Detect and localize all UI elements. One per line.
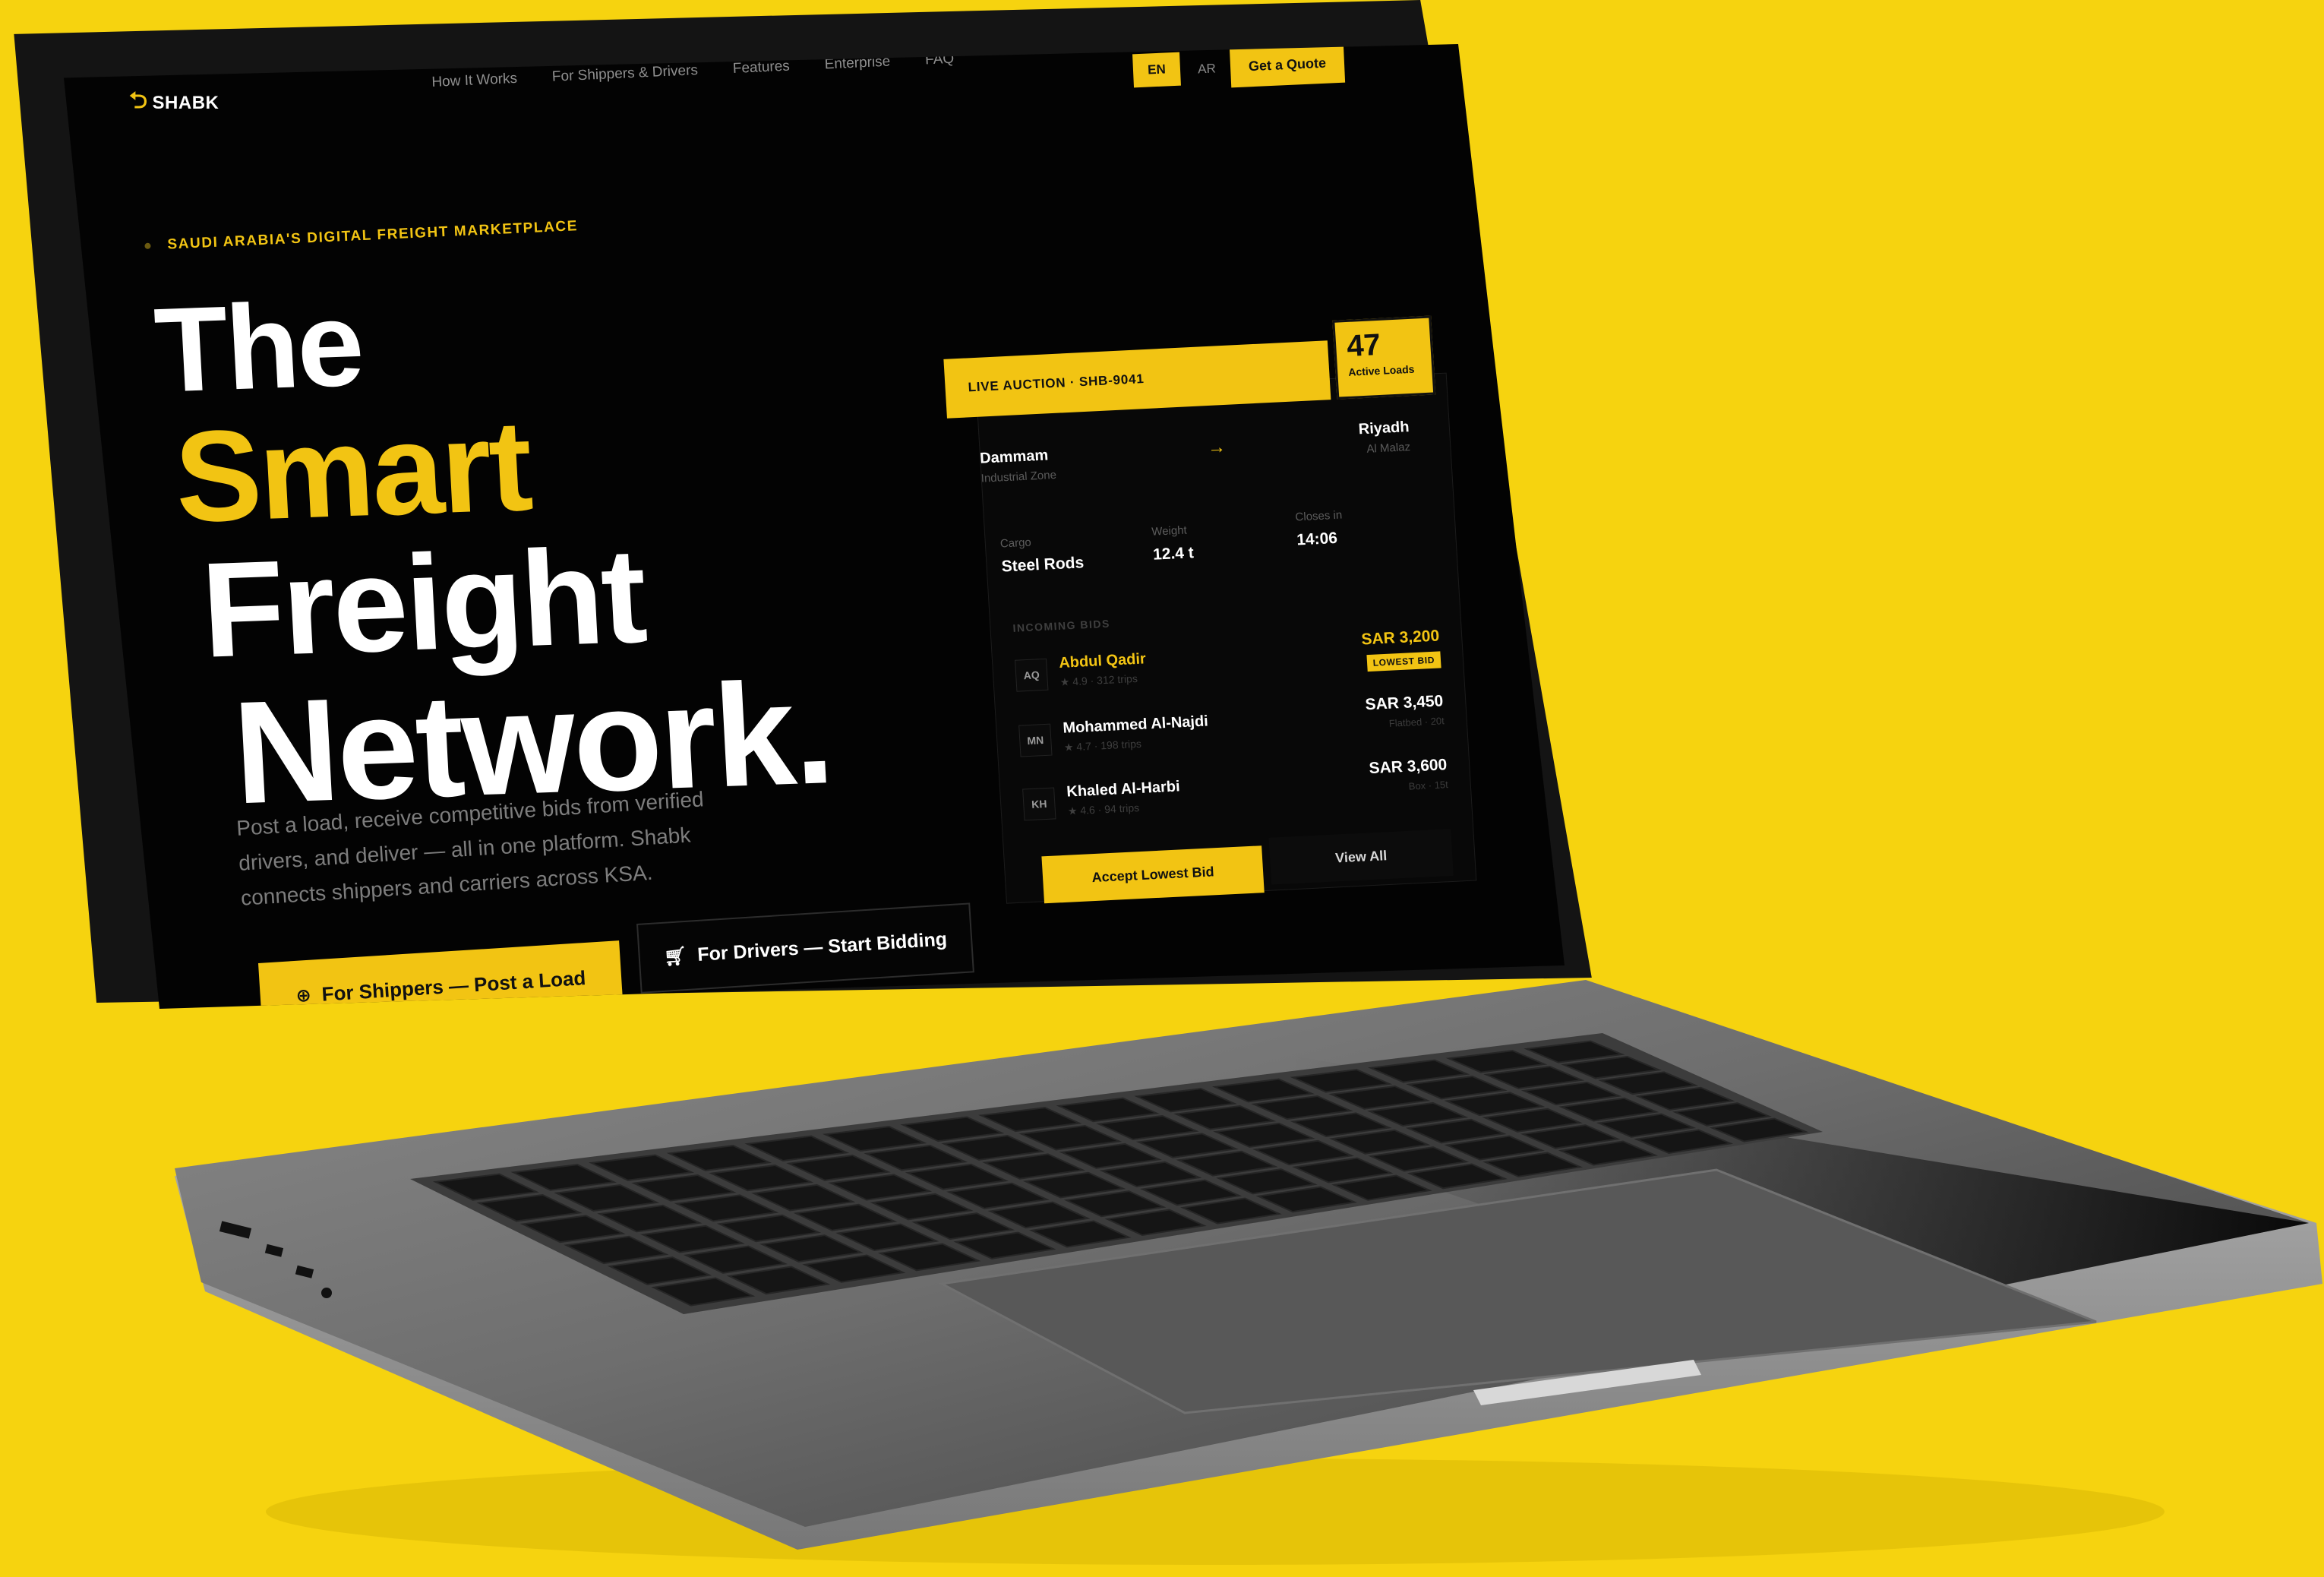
language-en-button[interactable]: EN: [1132, 52, 1181, 88]
globe-icon: ⊕: [295, 984, 312, 1007]
avatar: KH: [1022, 787, 1056, 821]
drivers-start-bidding-button[interactable]: 🛒︎ For Drivers — Start Bidding: [636, 902, 974, 994]
route-origin: Dammam Industrial Zone: [980, 447, 1057, 485]
hero-headline: The Smart Freight Network.: [151, 268, 836, 835]
drivers-button-label: For Drivers — Start Bidding: [696, 928, 948, 965]
cargo-flow-icon: ⮌: [129, 88, 148, 113]
lowest-bid-badge: LOWEST BID: [1366, 651, 1441, 672]
arrow-right-icon: →: [1207, 436, 1227, 459]
laptop-mockup-scene: ⮌ SHABK How It Works For Shippers & Driv…: [0, 0, 2324, 1577]
headline-line-2: Smart: [171, 393, 534, 550]
bidder-name: Mohammed Al-Najdi: [1062, 713, 1209, 737]
brand-name: SHABK: [152, 92, 219, 113]
headline-line-1: The: [151, 277, 365, 418]
bidder-rating: ★ 4.9 · 312 trips: [1059, 672, 1138, 688]
nav-how-it-works[interactable]: How It Works: [431, 71, 517, 91]
cargo-metric: Cargo Steel Rods: [999, 533, 1084, 576]
eyebrow-text: SAUDI ARABIA'S DIGITAL FREIGHT MARKETPLA…: [166, 218, 579, 253]
bidder-name: Khaled Al-Harbi: [1066, 778, 1181, 801]
accept-lowest-bid-button[interactable]: Accept Lowest Bid: [1041, 845, 1265, 904]
closes-metric: Closes in 14:06: [1295, 509, 1344, 550]
eyebrow-dot-icon: [144, 242, 151, 249]
bid-amount: SAR 3,200: [1360, 627, 1440, 649]
bid-amount: SAR 3,600: [1368, 756, 1448, 778]
weight-label: Weight: [1151, 523, 1188, 539]
view-all-bids-button[interactable]: View All: [1268, 829, 1454, 885]
avatar: MN: [1018, 723, 1053, 757]
closes-label: Closes in: [1295, 508, 1343, 524]
vehicle-info: Box · 15t: [1408, 779, 1449, 792]
bid-amount: SAR 3,450: [1364, 692, 1444, 714]
active-loads-count: 47: [1345, 327, 1382, 363]
avatar: AQ: [1015, 658, 1049, 692]
bidder-name: Abdul Qadir: [1058, 650, 1147, 672]
brand-logo[interactable]: ⮌ SHABK: [129, 84, 219, 122]
bidder-rating: ★ 4.6 · 94 trips: [1067, 801, 1140, 817]
hero-eyebrow: SAUDI ARABIA'S DIGITAL FREIGHT MARKETPLA…: [144, 218, 579, 254]
laptop-screen: ⮌ SHABK How It Works For Shippers & Driv…: [64, 44, 1565, 1009]
closes-value: 14:06: [1296, 529, 1338, 549]
active-loads-label: Active Loads: [1347, 362, 1415, 378]
nav-shippers-drivers[interactable]: For Shippers & Drivers: [551, 62, 698, 86]
destination-zone: Al Malaz: [1366, 441, 1411, 456]
destination-city: Riyadh: [1358, 419, 1410, 438]
get-quote-button[interactable]: Get a Quote: [1229, 44, 1346, 88]
weight-value: 12.4 t: [1152, 544, 1195, 564]
active-loads-badge: 47 Active Loads: [1332, 315, 1436, 400]
route-destination: Riyadh Al Malaz: [1358, 419, 1410, 456]
weight-metric: Weight 12.4 t: [1151, 523, 1195, 564]
origin-city: Dammam: [979, 447, 1049, 467]
bidder-rating: ★ 4.7 · 198 trips: [1063, 737, 1142, 754]
language-ar-button[interactable]: AR: [1187, 52, 1227, 86]
cart-icon: 🛒︎: [663, 945, 688, 968]
live-auction-card: LIVE AUCTION · SHB-9041 47 Active Loads …: [942, 305, 1477, 905]
vehicle-info: Flatbed · 20t: [1388, 715, 1445, 729]
